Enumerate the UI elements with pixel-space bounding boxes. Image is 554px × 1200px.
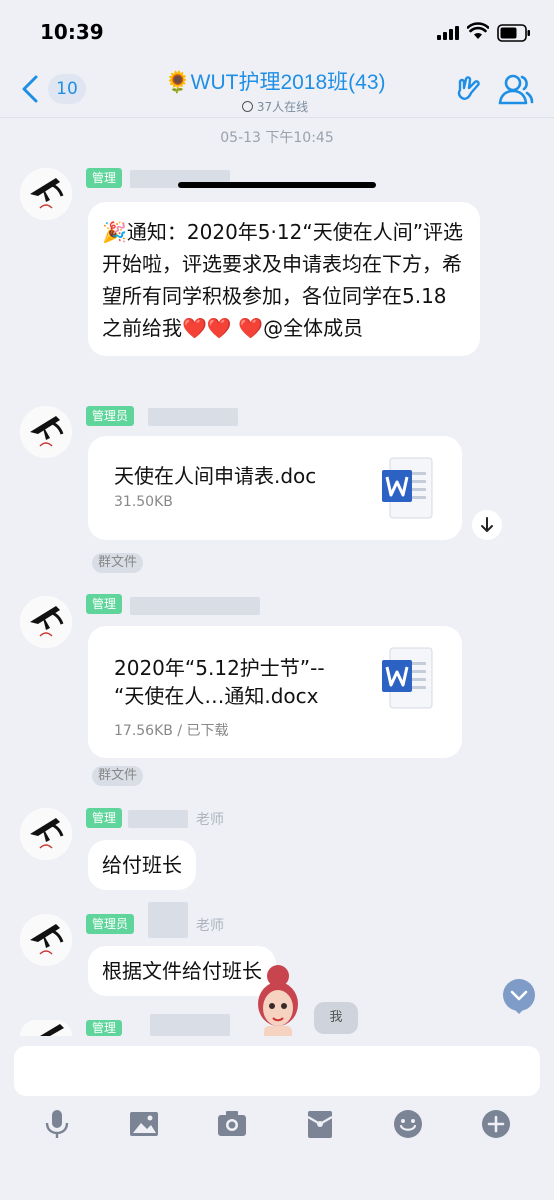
avatar-image — [20, 596, 72, 648]
download-button[interactable] — [472, 510, 502, 540]
message-timestamp: 05-13 下午10:45 — [220, 130, 334, 146]
red-packet-icon[interactable] — [304, 1108, 336, 1140]
file-card[interactable]: 天使在人间申请表.doc 31.50KB — [88, 436, 462, 540]
file-card[interactable]: 2020年“5.12护士节”-- “天使在人…通知.docx 17.56KB /… — [88, 626, 462, 758]
message-bubble[interactable]: 给付班长 — [88, 840, 196, 890]
hand-gesture-icon[interactable] — [454, 74, 484, 104]
file-name-line1: 2020年“5.12护士节”-- — [114, 656, 325, 680]
avatar[interactable] — [20, 168, 72, 220]
admin-badge: 管理 — [86, 808, 123, 828]
heart-icon: ❤️ — [182, 316, 207, 340]
avatar-image — [20, 1020, 72, 1036]
sender-name-blurred — [148, 902, 188, 938]
admin-badge: 管理 — [86, 168, 123, 188]
message-input[interactable] — [14, 1046, 540, 1096]
cellular-signal-icon — [437, 26, 459, 40]
status-time: 10:39 — [40, 20, 104, 44]
message-text: 根据文件给付班长 — [102, 959, 262, 983]
avatar-image — [20, 406, 72, 458]
avatar-image — [20, 808, 72, 860]
status-bar: 10:39 — [0, 0, 554, 62]
admin-badge: 管理 — [86, 1020, 123, 1036]
sender-name-blurred — [150, 1014, 230, 1036]
battery-icon — [497, 24, 530, 42]
wifi-icon — [467, 22, 489, 39]
microphone-icon[interactable] — [41, 1108, 73, 1140]
sender-name-blurred — [128, 810, 188, 828]
input-area — [0, 1036, 554, 1200]
avatar[interactable] — [20, 596, 72, 648]
group-file-tag: 群文件 — [92, 553, 144, 573]
add-more-icon[interactable] — [480, 1108, 512, 1140]
word-document-icon — [382, 647, 433, 709]
party-popper-icon: 🎉 — [102, 220, 127, 244]
sender-name-blurred — [148, 408, 238, 426]
download-arrow-icon — [481, 517, 493, 532]
group-members-icon[interactable] — [498, 72, 534, 106]
word-document-icon — [382, 457, 433, 519]
mention-all[interactable]: @全体成员 — [263, 316, 363, 340]
message-bubble[interactable]: 根据文件给付班长 — [88, 946, 276, 996]
online-count: 37人在线 — [140, 98, 410, 115]
scroll-to-bottom-button[interactable] — [500, 978, 538, 1016]
sender-title: 老师 — [196, 812, 224, 828]
avatar[interactable] — [20, 914, 72, 966]
avatar[interactable] — [20, 1020, 72, 1036]
admin-badge: 管理员 — [86, 914, 135, 934]
me-label: 我 — [314, 1002, 358, 1034]
file-size: 17.56KB / 已下载 — [114, 723, 229, 739]
sender-name-blurred — [130, 597, 260, 615]
avatar-image — [20, 914, 72, 966]
online-status-icon — [241, 101, 253, 112]
file-size: 31.50KB — [114, 494, 173, 510]
sender-title: 老师 — [196, 918, 224, 934]
avatar[interactable] — [20, 406, 72, 458]
group-file-tag: 群文件 — [92, 766, 144, 786]
admin-badge: 管理员 — [86, 406, 135, 426]
heart-icon: ❤️ — [238, 316, 264, 340]
file-name: 天使在人间申请表.doc — [114, 464, 317, 488]
emoji-icon[interactable] — [392, 1108, 424, 1140]
home-indicator[interactable] — [178, 182, 376, 188]
avatar-image — [20, 168, 72, 220]
camera-icon[interactable] — [216, 1108, 248, 1140]
group-title: 🌻WUT护理2018班(43) — [164, 71, 386, 94]
avatar[interactable] — [20, 808, 72, 860]
chat-header: 10 🌻WUT护理2018班(43) 37人在线 — [0, 62, 554, 118]
admin-badge: 管理 — [86, 594, 123, 614]
file-name-line2: “天使在人…通知.docx — [114, 684, 319, 708]
message-text: 给付班长 — [102, 853, 182, 877]
image-icon[interactable] — [128, 1108, 160, 1140]
message-bubble[interactable]: 🎉通知：2020年5·12“天使在人间”评选开始啦，评选要求及申请表均在下方，希… — [88, 202, 480, 356]
heart-icon: ❤️ — [206, 316, 232, 340]
unread-count-badge[interactable]: 10 — [48, 74, 86, 104]
online-count-label: 37人在线 — [256, 100, 309, 114]
back-chevron-icon[interactable] — [20, 74, 40, 104]
chat-title-area[interactable]: 🌻WUT护理2018班(43) 37人在线 — [140, 66, 410, 115]
avatar-sticker[interactable] — [250, 962, 306, 1040]
